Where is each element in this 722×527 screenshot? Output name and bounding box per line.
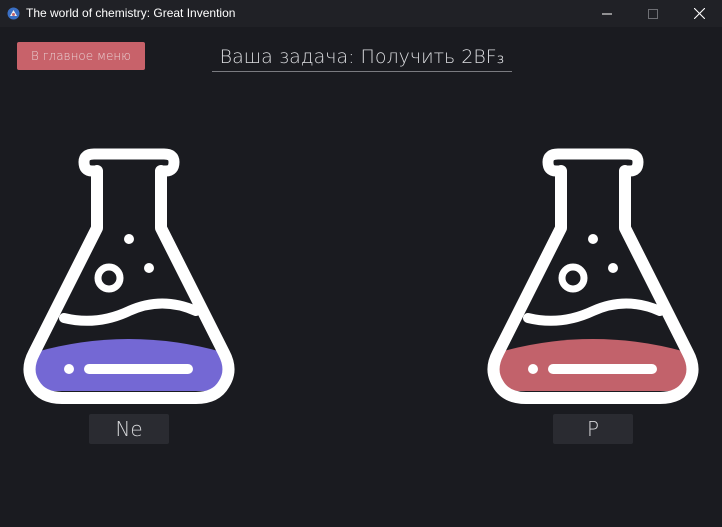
erlenmeyer-flask-icon (23, 148, 235, 404)
maximize-button[interactable] (630, 0, 676, 27)
window-titlebar: The world of chemistry: Great Invention (0, 0, 722, 27)
task-label: Ваша задача: Получить 2BF₃ (212, 44, 512, 72)
main-menu-button[interactable]: В главное меню (17, 42, 145, 70)
element-label-right: P (553, 414, 633, 444)
flask-button-right[interactable] (486, 146, 700, 408)
maximize-icon (648, 8, 658, 19)
minimize-icon (602, 13, 612, 14)
close-icon (693, 8, 705, 19)
close-button[interactable] (676, 0, 722, 27)
element-label-left: Ne (89, 414, 169, 444)
window-title: The world of chemistry: Great Invention (26, 6, 236, 20)
app-icon (7, 7, 20, 20)
flask-button-left[interactable] (22, 146, 236, 408)
erlenmeyer-flask-icon (487, 148, 699, 404)
minimize-button[interactable] (584, 0, 630, 27)
